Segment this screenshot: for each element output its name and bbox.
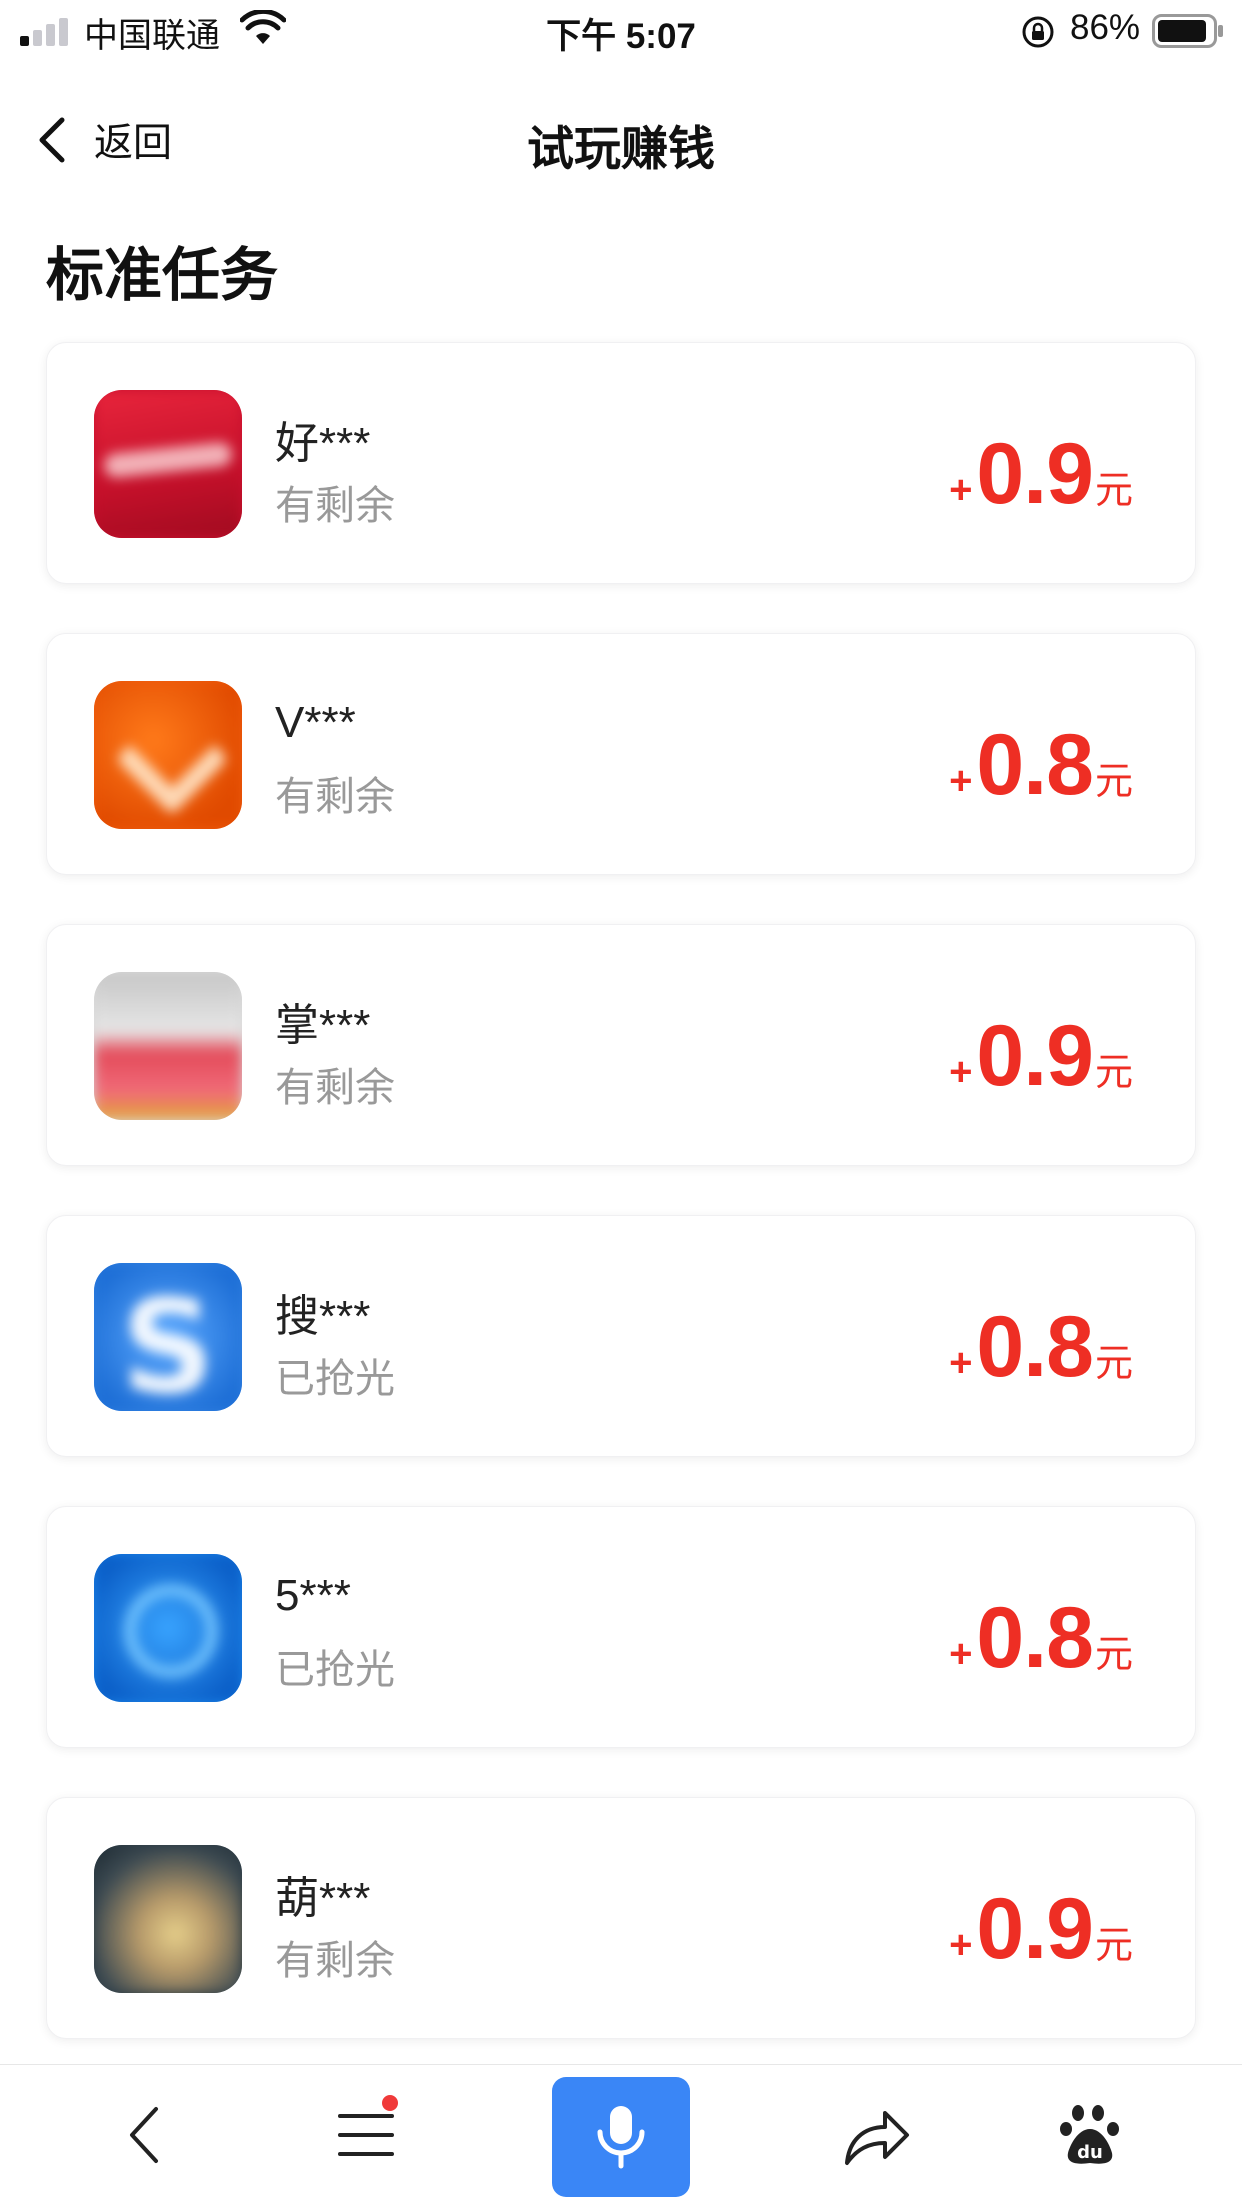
reward-amount: + 0.9 元 (949, 1880, 1133, 1979)
reward-amount: + 0.8 元 (949, 1589, 1133, 1688)
task-card[interactable]: V*** 有剩余 + 0.8 元 (46, 633, 1196, 875)
task-status: 有剩余 (275, 1939, 395, 1983)
reward-amount: + 0.8 元 (949, 716, 1133, 815)
menu-icon (338, 2114, 394, 2156)
reward-value: 0.9 (976, 426, 1094, 522)
task-status: 已抢光 (275, 1648, 395, 1692)
task-card[interactable]: 掌*** 有剩余 + 0.9 元 (46, 924, 1196, 1166)
app-icon (94, 681, 242, 829)
reward-value: 0.8 (976, 717, 1094, 813)
toolbar-back-button[interactable] (104, 2095, 184, 2175)
back-icon (130, 2107, 158, 2163)
voice-search-button[interactable] (552, 2077, 690, 2197)
reward-amount: + 0.9 元 (949, 425, 1133, 524)
task-status: 有剩余 (275, 1066, 395, 1110)
task-card[interactable]: 好*** 有剩余 + 0.9 元 (46, 342, 1196, 584)
task-list: 好*** 有剩余 + 0.9 元 V*** 有剩余 + 0.8 元 掌*** 有… (46, 342, 1196, 2088)
reward-unit: 元 (1094, 1052, 1133, 1094)
app-icon (94, 1554, 242, 1702)
baidu-paw-icon: du (1060, 2105, 1119, 2164)
app-icon (94, 1263, 242, 1411)
reward-plus: + (949, 468, 973, 512)
navigation-bar: 返回 试玩赚钱 (0, 90, 1242, 190)
task-status: 有剩余 (275, 775, 395, 819)
task-name: 葫*** (275, 1874, 371, 1923)
task-status: 有剩余 (275, 484, 395, 528)
reward-unit: 元 (1094, 1343, 1133, 1385)
battery-icon (1152, 14, 1223, 48)
reward-plus: + (949, 1050, 973, 1094)
reward-value: 0.9 (976, 1008, 1094, 1104)
bottom-toolbar: du (0, 2064, 1242, 2209)
task-status: 已抢光 (275, 1357, 395, 1401)
reward-amount: + 0.9 元 (949, 1007, 1133, 1106)
task-name: 搜*** (275, 1292, 371, 1341)
status-bar: 中国联通 下午 5:07 86% (0, 0, 1242, 62)
app-icon (94, 1845, 242, 1993)
microphone-icon (597, 2106, 645, 2169)
reward-plus: + (949, 1923, 973, 1967)
task-card[interactable]: 搜*** 已抢光 + 0.8 元 (46, 1215, 1196, 1457)
task-card[interactable]: 葫*** 有剩余 + 0.9 元 (46, 1797, 1196, 2039)
task-card[interactable]: 5*** 已抢光 + 0.8 元 (46, 1506, 1196, 1748)
toolbar-share-button[interactable] (836, 2095, 916, 2175)
reward-unit: 元 (1094, 470, 1133, 512)
reward-plus: + (949, 1632, 973, 1676)
task-name: 好*** (275, 419, 371, 468)
reward-unit: 元 (1094, 1925, 1133, 1967)
share-icon (845, 2111, 909, 2165)
app-icon (94, 390, 242, 538)
reward-unit: 元 (1094, 761, 1133, 803)
task-name: V*** (275, 698, 356, 747)
reward-value: 0.9 (976, 1881, 1094, 1977)
reward-unit: 元 (1094, 1634, 1133, 1676)
toolbar-baidu-button[interactable]: du (1050, 2095, 1130, 2175)
app-icon (94, 972, 242, 1120)
battery-percent: 86% (1070, 8, 1141, 47)
reward-value: 0.8 (976, 1299, 1094, 1395)
page-title: 试玩赚钱 (527, 122, 715, 175)
task-name: 掌*** (275, 1001, 371, 1050)
toolbar-menu-button[interactable] (326, 2095, 406, 2175)
reward-value: 0.8 (976, 1590, 1094, 1686)
reward-plus: + (949, 1341, 973, 1385)
reward-amount: + 0.8 元 (949, 1298, 1133, 1397)
notification-dot (382, 2095, 398, 2111)
task-name: 5*** (275, 1571, 351, 1620)
orientation-lock-icon (1022, 16, 1054, 48)
section-title: 标准任务 (46, 243, 279, 308)
svg-text:du: du (1077, 2142, 1103, 2163)
reward-plus: + (949, 759, 973, 803)
